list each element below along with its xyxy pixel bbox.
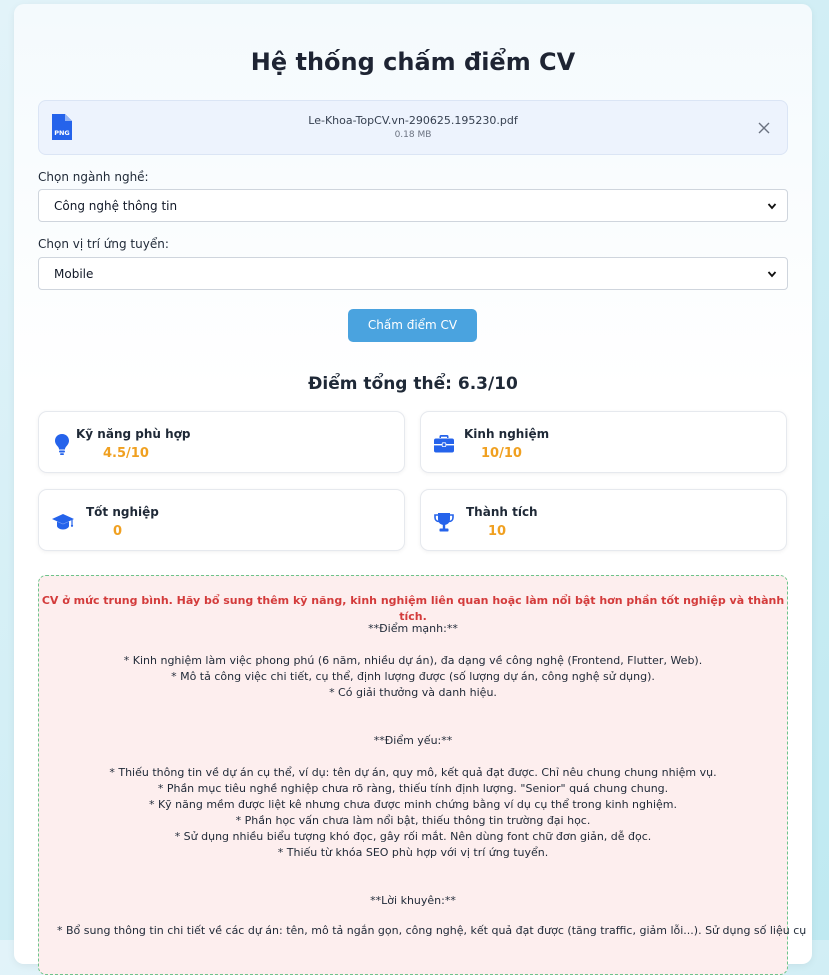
feedback-line: * Có giải thưởng và danh hiệu. bbox=[329, 686, 497, 699]
metric-skills: Kỹ năng phù hợp 4.5/10 bbox=[38, 411, 405, 473]
feedback-line: * Kỹ năng mềm được liệt kê nhưng chưa đư… bbox=[148, 798, 678, 811]
chevron-down-icon bbox=[767, 271, 777, 278]
metric-value: 0 bbox=[113, 524, 123, 539]
page-title: Hệ thống chấm điểm CV bbox=[250, 48, 576, 76]
metric-label: Kỹ năng phù hợp bbox=[76, 427, 191, 441]
file-size: 0.18 MB bbox=[394, 130, 432, 140]
feedback-heading-weaknesses: **Điểm yếu:** bbox=[373, 734, 453, 747]
feedback-heading-strengths: **Điểm mạnh:** bbox=[368, 622, 458, 635]
metric-label: Thành tích bbox=[466, 505, 538, 519]
industry-select-value: Công nghệ thông tin bbox=[54, 199, 178, 213]
metric-label: Kinh nghiệm bbox=[464, 427, 550, 441]
feedback-line: * Mô tả công việc chi tiết, cụ thể, định… bbox=[171, 670, 655, 683]
feedback-line: * Kinh nghiệm làm việc phong phú (6 năm,… bbox=[123, 654, 703, 667]
metric-experience: Kinh nghiệm 10/10 bbox=[420, 411, 787, 473]
briefcase-icon bbox=[434, 435, 454, 453]
close-icon[interactable] bbox=[757, 121, 771, 135]
feedback-line: * Thiếu thông tin về dự án cụ thể, ví dụ… bbox=[109, 766, 717, 779]
position-select-value: Mobile bbox=[54, 267, 94, 281]
feedback-line: * Sử dụng nhiều biểu tượng khó đọc, gây … bbox=[174, 830, 652, 843]
score-cv-button[interactable]: Chấm điểm CV bbox=[348, 309, 477, 342]
metric-label: Tốt nghiệp bbox=[86, 505, 159, 519]
overall-score: Điểm tổng thể: 6.3/10 bbox=[308, 374, 518, 394]
feedback-line: * Thiếu từ khóa SEO phù hợp với vị trí ứ… bbox=[277, 846, 549, 859]
graduation-cap-icon bbox=[52, 514, 74, 530]
trophy-icon bbox=[434, 513, 454, 532]
metric-achievements: Thành tích 10 bbox=[420, 489, 787, 551]
metric-value: 4.5/10 bbox=[103, 446, 149, 461]
position-label: Chọn vị trí ứng tuyển: bbox=[38, 237, 169, 251]
feedback-panel: CV ở mức trung bình. Hãy bổ sung thêm kỹ… bbox=[38, 575, 806, 975]
metric-value: 10 bbox=[488, 524, 507, 539]
file-name: Le-Khoa-TopCV.vn-290625.195230.pdf bbox=[308, 114, 518, 127]
industry-label: Chọn ngành nghề: bbox=[38, 170, 149, 184]
industry-select[interactable]: Công nghệ thông tin bbox=[38, 189, 788, 222]
metric-graduation: Tốt nghiệp 0 bbox=[38, 489, 405, 551]
feedback-line: * Phần học vấn chưa làm nổi bật, thiếu t… bbox=[235, 814, 591, 827]
chevron-down-icon bbox=[767, 203, 777, 210]
feedback-line: * Phần mục tiêu nghề nghiệp chưa rõ ràng… bbox=[157, 782, 669, 795]
feedback-heading-advice: **Lời khuyên:** bbox=[370, 894, 456, 907]
lightbulb-icon bbox=[55, 434, 69, 455]
position-select[interactable]: Mobile bbox=[38, 257, 788, 290]
cv-scoring-card: Hệ thống chấm điểm CV PNG Le-Khoa-TopCV.… bbox=[14, 4, 812, 975]
uploaded-file: PNG Le-Khoa-TopCV.vn-290625.195230.pdf 0… bbox=[38, 100, 788, 155]
metric-value: 10/10 bbox=[481, 446, 522, 461]
feedback-line: * Bổ sung thông tin chi tiết về các dự á… bbox=[57, 924, 807, 937]
